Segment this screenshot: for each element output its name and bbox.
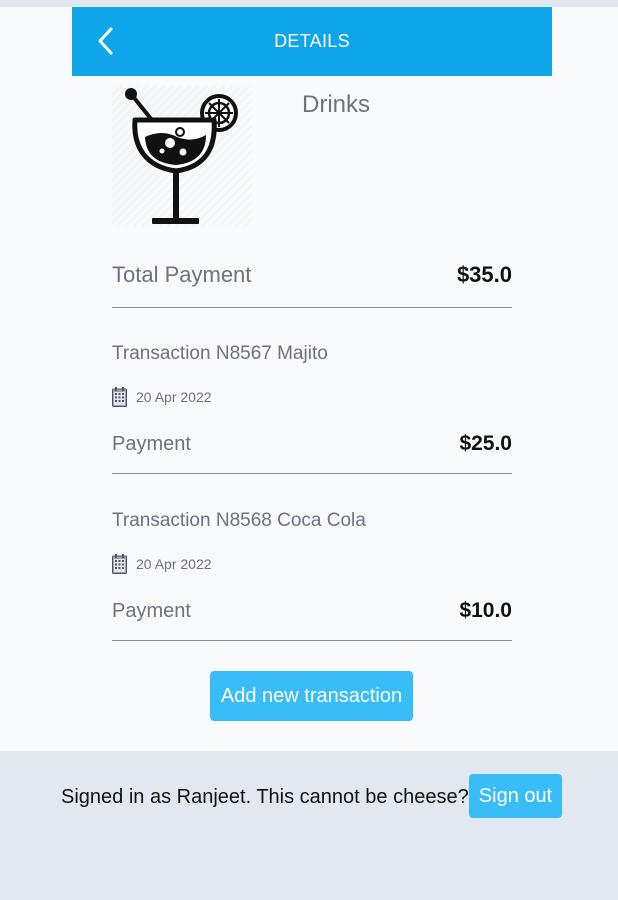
page-title: DETAILS [274,31,350,51]
calendar-icon [112,387,127,407]
total-payment-amount: $35.0 [456,262,512,287]
total-payment-row: Total Payment $35.0 [112,262,512,288]
divider [112,473,512,474]
transaction-title: Transaction N8567 Majito [112,343,328,364]
signed-in-text: Signed in as Ranjeet. This cannot be che… [61,786,469,808]
transaction-date-row: 20 Apr 2022 [112,554,212,574]
product-name: Drinks [302,91,371,118]
transaction-date-row: 20 Apr 2022 [112,387,212,407]
total-payment-label: Total Payment [112,262,252,287]
cocktail-glass-icon [125,88,238,224]
transaction-title: Transaction N8568 Coca Cola [112,510,366,531]
payment-amount: $25.0 [459,432,512,455]
payment-label: Payment [112,600,191,622]
top-strip [0,0,618,7]
transaction-payment-row: Payment $25.0 [112,432,512,456]
header-bar: DETAILS [72,7,552,76]
transaction-payment-row: Payment $10.0 [112,599,512,623]
transaction-date: 20 Apr 2022 [136,556,212,572]
divider [112,640,512,641]
payment-amount: $10.0 [459,599,512,622]
footer: Signed in as Ranjeet. This cannot be che… [0,751,618,900]
transaction-date: 20 Apr 2022 [136,389,212,405]
product-image [112,85,252,227]
add-transaction-button[interactable]: Add new transaction [210,671,413,721]
divider [112,307,512,308]
main-content: DETAILS Drinks Total Payment $35.0 Trans… [0,7,618,751]
payment-label: Payment [112,433,191,455]
calendar-icon [112,554,127,574]
sign-out-button[interactable]: Sign out [469,774,562,818]
